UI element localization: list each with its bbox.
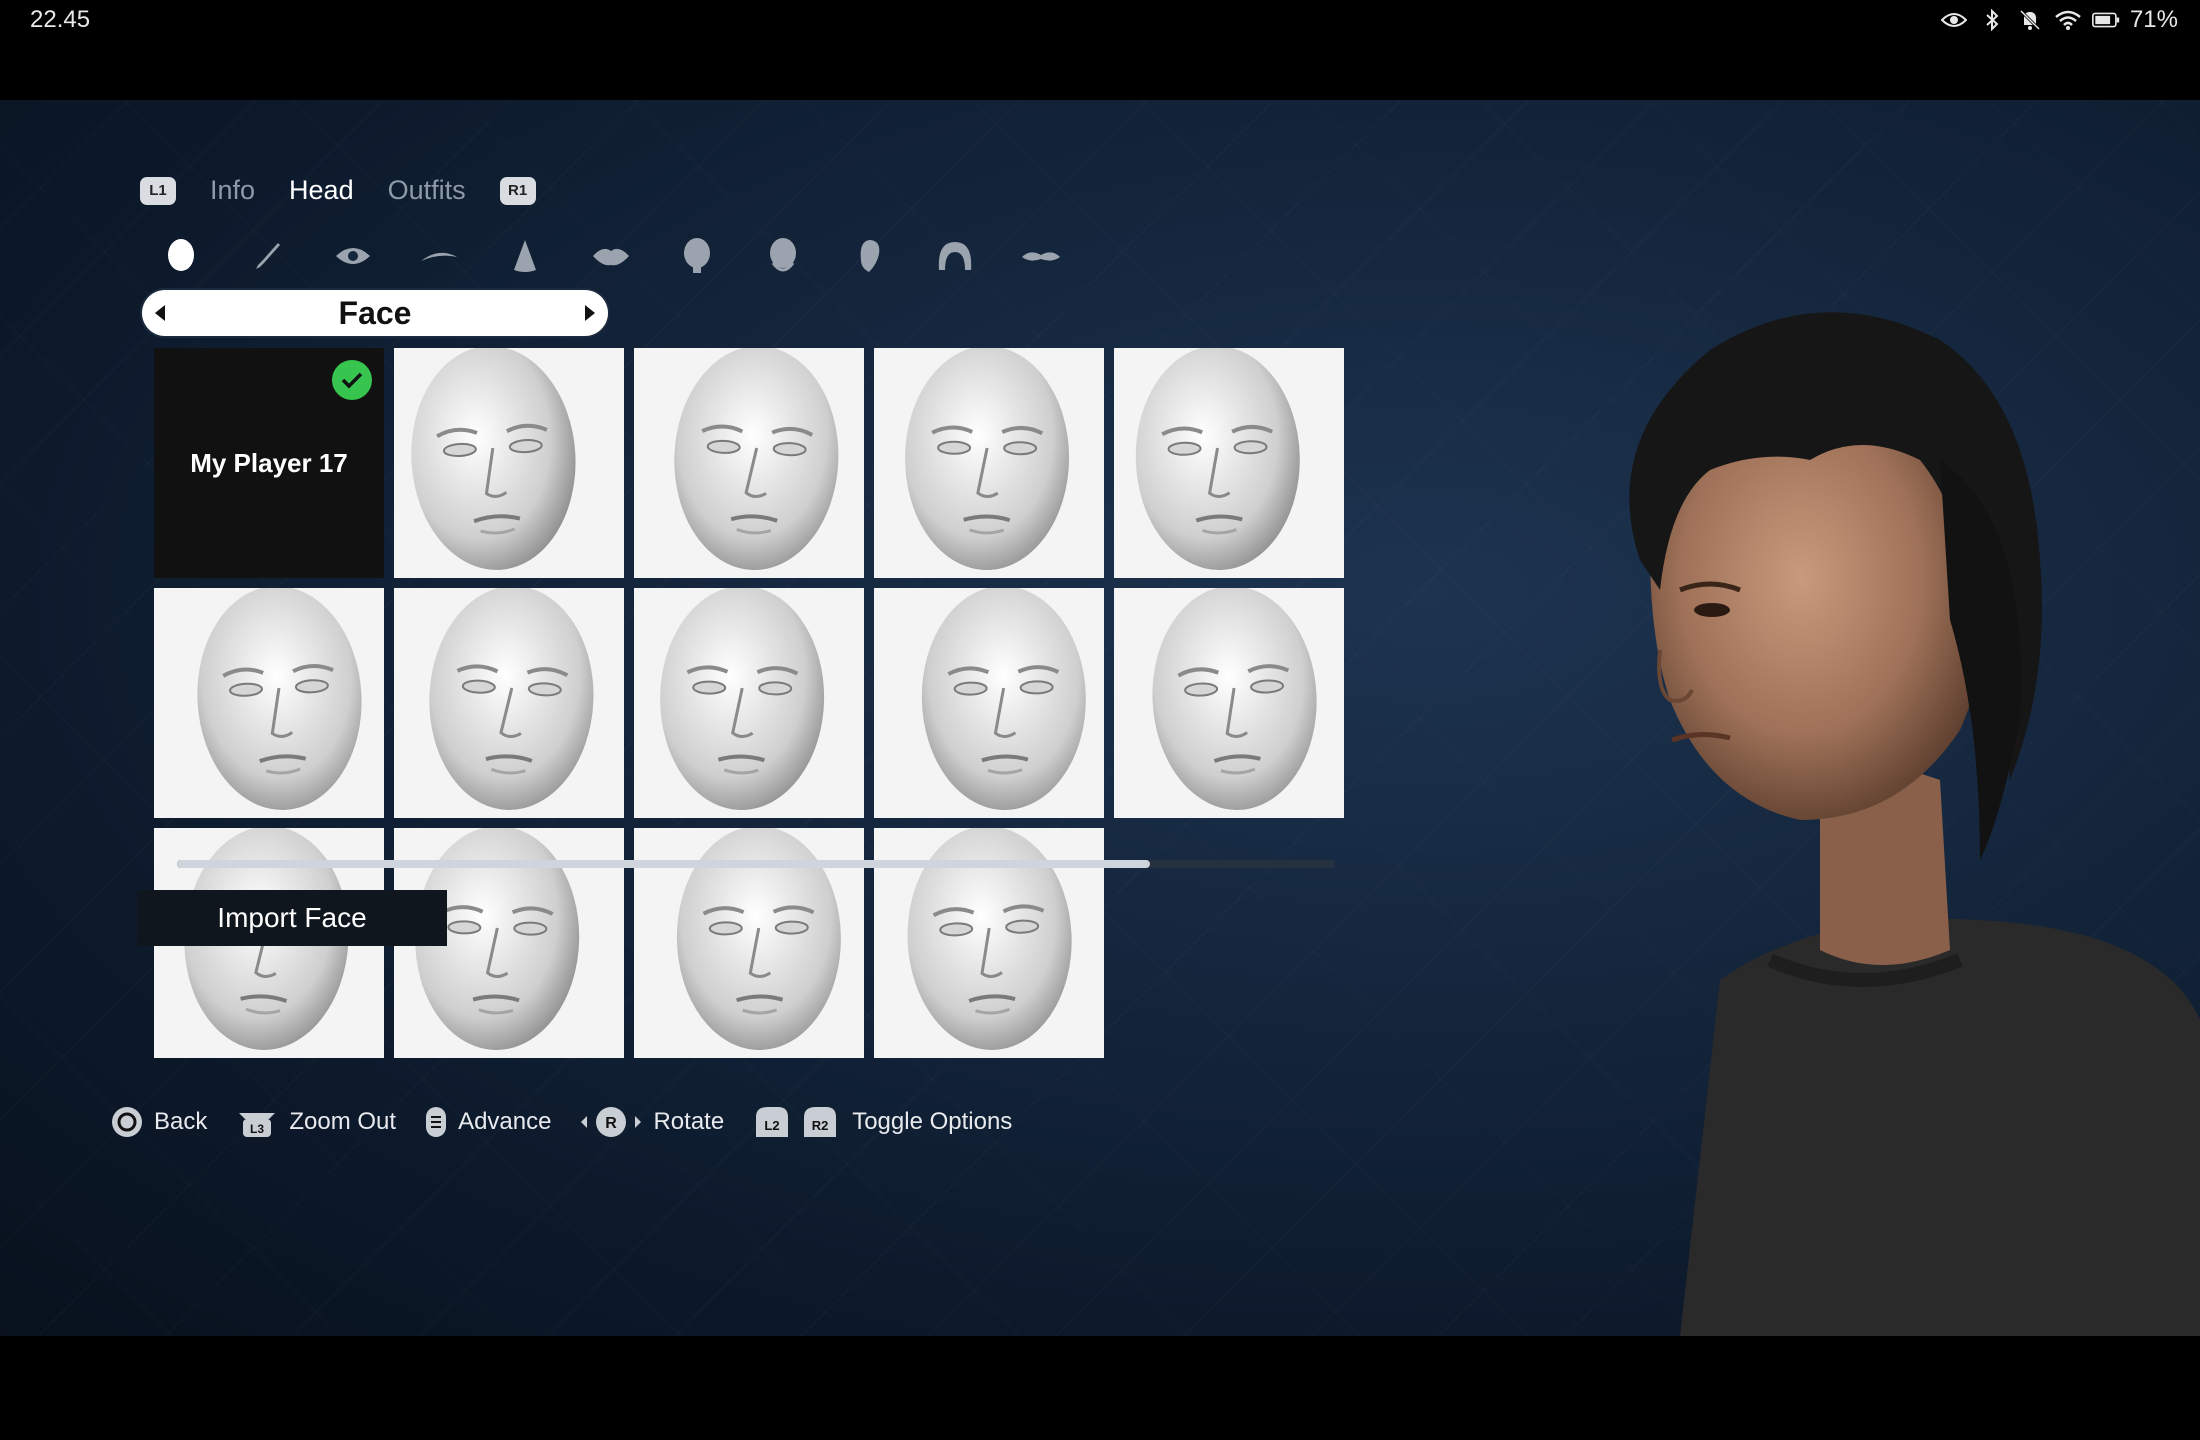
bottom-letterbox — [0, 1336, 2200, 1440]
hint-advance[interactable]: Advance — [424, 1105, 551, 1139]
face-tile-preset[interactable] — [394, 348, 624, 578]
tab-bar: L1 Info Head Outfits R1 — [140, 175, 536, 206]
tab-info[interactable]: Info — [210, 175, 255, 206]
eye-icon — [1940, 8, 1968, 32]
import-face-button[interactable]: Import Face — [137, 890, 447, 946]
player-avatar — [1629, 312, 2200, 1336]
face-tile-preset[interactable] — [634, 588, 864, 818]
options-button-icon — [424, 1105, 448, 1139]
grid-scrollbar[interactable] — [177, 860, 1335, 868]
face-render — [874, 348, 1104, 578]
eye-icon[interactable] — [332, 235, 374, 277]
category-icon-bar — [160, 235, 1062, 277]
l2-label: L2 — [765, 1118, 780, 1133]
head-shape-icon[interactable] — [676, 235, 718, 277]
face-tile-preset[interactable] — [1114, 348, 1344, 578]
battery-percent: 71% — [2129, 6, 2178, 33]
l2-r2-icon: L2 R2 — [752, 1105, 842, 1139]
face-render — [394, 348, 624, 578]
tab-head[interactable]: Head — [289, 175, 354, 206]
status-time: 22.45 — [30, 6, 91, 33]
face-tile-preset[interactable] — [874, 348, 1104, 578]
face-render — [1114, 588, 1344, 818]
hair-icon[interactable] — [934, 235, 976, 277]
mute-icon — [2016, 8, 2044, 32]
face-tile-preset[interactable] — [634, 348, 864, 578]
tab-outfits[interactable]: Outfits — [388, 175, 466, 206]
face-render — [634, 588, 864, 818]
game-screen: L1 Info Head Outfits R1 Face My Player 1… — [0, 100, 2200, 1336]
wifi-icon — [2054, 8, 2082, 32]
custom-face-name: My Player 17 — [190, 447, 348, 478]
r-label: R — [606, 1115, 618, 1132]
l3-label: L3 — [250, 1122, 264, 1136]
right-stick-icon: R — [579, 1105, 643, 1139]
hint-back-label: Back — [154, 1108, 208, 1135]
hint-back[interactable]: Back — [110, 1105, 207, 1139]
status-bar: 22.45 71% — [0, 0, 2200, 100]
hint-zoom-out[interactable]: L3 Zoom Out — [235, 1105, 396, 1139]
arrow-left-icon[interactable] — [142, 290, 178, 336]
eyebrow-icon[interactable] — [418, 235, 460, 277]
hint-advance-label: Advance — [458, 1108, 552, 1135]
face-render — [874, 588, 1104, 818]
face-selector-label: Face — [338, 294, 412, 331]
hint-zoom-out-label: Zoom Out — [289, 1108, 397, 1135]
face-tile-preset[interactable] — [394, 588, 624, 818]
hint-rotate-label: Rotate — [653, 1108, 725, 1135]
hint-rotate[interactable]: R Rotate — [579, 1105, 724, 1139]
mustache-icon[interactable] — [1020, 235, 1062, 277]
r1-button-icon[interactable]: R1 — [499, 176, 536, 205]
face-render — [394, 588, 624, 818]
l3-stick-icon: L3 — [235, 1105, 279, 1139]
jaw-icon[interactable] — [762, 235, 804, 277]
face-render — [1114, 348, 1344, 578]
r2-label: R2 — [812, 1118, 829, 1133]
lips-icon[interactable] — [590, 235, 632, 277]
battery-icon — [2091, 8, 2120, 32]
l1-button-icon[interactable]: L1 — [140, 176, 176, 205]
hint-toggle-options-label: Toggle Options — [852, 1108, 1013, 1135]
arrow-right-icon[interactable] — [572, 290, 608, 336]
face-tile-custom[interactable]: My Player 17 — [154, 348, 384, 578]
control-hints: Back L3 Zoom Out Advance R Rotate L2 R2 … — [110, 1105, 1012, 1139]
face-tile-preset[interactable] — [874, 588, 1104, 818]
face-shape-icon[interactable] — [160, 235, 202, 277]
face-grid: My Player 17 — [154, 348, 1349, 1058]
nose-icon[interactable] — [504, 235, 546, 277]
bluetooth-icon — [1978, 8, 2006, 32]
skin-brush-icon[interactable] — [246, 235, 288, 277]
check-icon — [332, 360, 372, 400]
status-icons: 71% — [1940, 6, 2178, 34]
circle-button-icon — [110, 1105, 144, 1139]
face-render — [634, 348, 864, 578]
face-tile-preset[interactable] — [1114, 588, 1344, 818]
face-category-selector[interactable]: Face — [142, 290, 608, 336]
ear-icon[interactable] — [848, 235, 890, 277]
scrollbar-thumb[interactable] — [177, 860, 1150, 868]
face-tile-preset[interactable] — [154, 588, 384, 818]
face-render — [154, 588, 384, 818]
hint-toggle-options[interactable]: L2 R2 Toggle Options — [752, 1105, 1012, 1139]
